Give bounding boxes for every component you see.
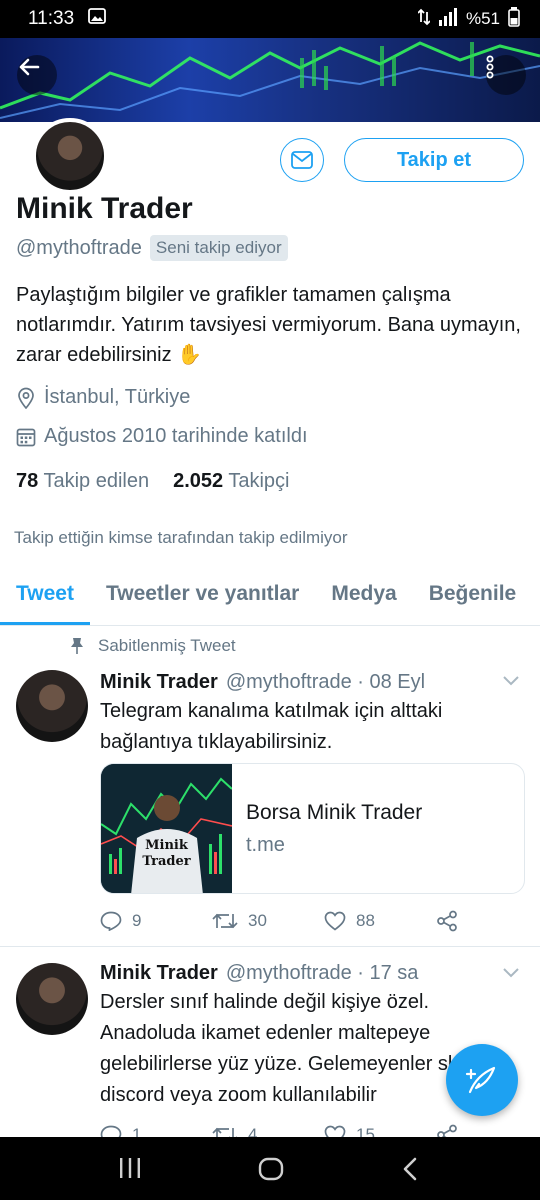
following-count: 78: [16, 470, 39, 492]
tab-tweets[interactable]: Tweet: [0, 566, 90, 625]
followers-count: 2.052: [173, 470, 224, 492]
battery-icon: [508, 6, 520, 32]
compose-feather-icon: [465, 1066, 496, 1094]
link-card-image: Minik Trader: [101, 764, 232, 893]
profile-handle: @mythoftrade: [16, 236, 142, 259]
tweet-divider: [0, 946, 540, 947]
known-followers-note: Takip ettiğin kimse tarafından takip edi…: [14, 528, 348, 547]
profile-avatar[interactable]: [32, 118, 108, 194]
profile-name: Minik Trader: [16, 192, 193, 225]
following-label: Takip edilen: [43, 470, 150, 492]
tweet-header: Minik Trader @mythoftrade · 17 sa: [100, 962, 418, 985]
tweet-avatar[interactable]: [16, 670, 88, 742]
tab-likes[interactable]: Beğenile: [413, 566, 533, 625]
recent-apps-icon[interactable]: [118, 1157, 142, 1179]
envelope-icon: [291, 151, 313, 169]
profile-bio: Paylaştığım bilgiler ve grafikler tamame…: [16, 284, 521, 366]
share-button[interactable]: [436, 910, 540, 932]
profile-joined: Ağustos 2010 tarihinde katıldı: [44, 425, 308, 447]
status-bar: 11:33 %51: [0, 0, 540, 38]
location-pin-icon: [18, 387, 34, 409]
followers-label: Takipçi: [228, 470, 290, 492]
data-arrows-icon: [417, 8, 431, 31]
card-image-caption-line2: Trader: [142, 854, 191, 869]
share-icon: [437, 910, 457, 932]
more-vertical-icon: [486, 55, 494, 79]
tweet-text: Telegram kanalıma katılmak için alttaki …: [100, 700, 443, 753]
pin-icon: [71, 638, 83, 654]
chevron-down-icon[interactable]: [502, 675, 520, 687]
follow-button[interactable]: Takip et: [344, 138, 524, 182]
compose-tweet-button[interactable]: [446, 1044, 518, 1116]
chevron-down-icon[interactable]: [502, 967, 520, 979]
link-card-title: Borsa Minik Trader: [246, 801, 423, 824]
follows-you-badge: Seni takip ediyor: [149, 235, 288, 261]
battery-percent: %51: [465, 9, 500, 28]
home-icon[interactable]: [258, 1157, 284, 1181]
tweet-handle-time: @mythoftrade · 08 Eyl: [225, 671, 426, 693]
profile-tabs: Tweet Tweetler ve yanıtlar Medya Beğenil…: [0, 566, 540, 626]
card-image-caption: Minik Trader: [133, 838, 200, 870]
profile-banner: [0, 38, 540, 122]
message-button[interactable]: [280, 138, 324, 182]
back-button[interactable]: [17, 55, 57, 95]
following-link[interactable]: 78 Takip edilen: [16, 470, 149, 493]
back-nav-icon[interactable]: [402, 1157, 418, 1181]
tweet-author-name: Minik Trader: [100, 671, 218, 693]
heart-icon: [324, 911, 346, 931]
profile-location: İstanbul, Türkiye: [44, 386, 191, 408]
follow-stats: 78 Takip edilen 2.052 Takipçi: [16, 470, 289, 493]
tweet-avatar[interactable]: [16, 963, 88, 1035]
followers-link[interactable]: 2.052 Takipçi: [173, 470, 289, 493]
system-nav-bar: [0, 1137, 540, 1200]
tweet-header: Minik Trader @mythoftrade · 08 Eyl: [100, 671, 425, 694]
handle-row: @mythoftrade Seni takip ediyor: [16, 235, 288, 261]
reply-icon: [100, 911, 122, 931]
calendar-icon: [16, 428, 36, 446]
pinned-label: Sabitlenmiş Tweet: [98, 636, 236, 655]
tab-media[interactable]: Medya: [315, 566, 412, 625]
tab-tweets-and-replies[interactable]: Tweetler ve yanıtlar: [90, 566, 315, 625]
status-time: 11:33: [28, 8, 75, 29]
link-card[interactable]: Minik Trader Borsa Minik Trader t.me: [100, 763, 525, 894]
tweet-handle-time: @mythoftrade · 17 sa: [225, 962, 419, 984]
location-row: İstanbul, Türkiye: [16, 386, 190, 409]
retweet-icon: [212, 913, 238, 929]
joined-row: Ağustos 2010 tarihinde katıldı: [16, 425, 308, 448]
like-button[interactable]: 88: [324, 910, 436, 932]
pinned-label-row: Sabitlenmiş Tweet: [70, 636, 236, 656]
gallery-notification-icon: [88, 8, 107, 30]
reply-button[interactable]: 9: [100, 910, 212, 932]
like-count: 88: [356, 911, 375, 930]
card-image-caption-line1: Minik: [145, 838, 188, 853]
retweet-count: 30: [248, 911, 267, 930]
back-arrow-icon: [19, 58, 40, 76]
more-options-button[interactable]: [486, 55, 526, 95]
reply-count: 9: [132, 911, 142, 930]
link-card-domain: t.me: [246, 834, 285, 856]
signal-icon: [438, 7, 458, 31]
tweet-actions: 9 30 88: [100, 910, 540, 932]
retweet-button[interactable]: 30: [212, 910, 324, 932]
tweet-author-name: Minik Trader: [100, 962, 218, 984]
